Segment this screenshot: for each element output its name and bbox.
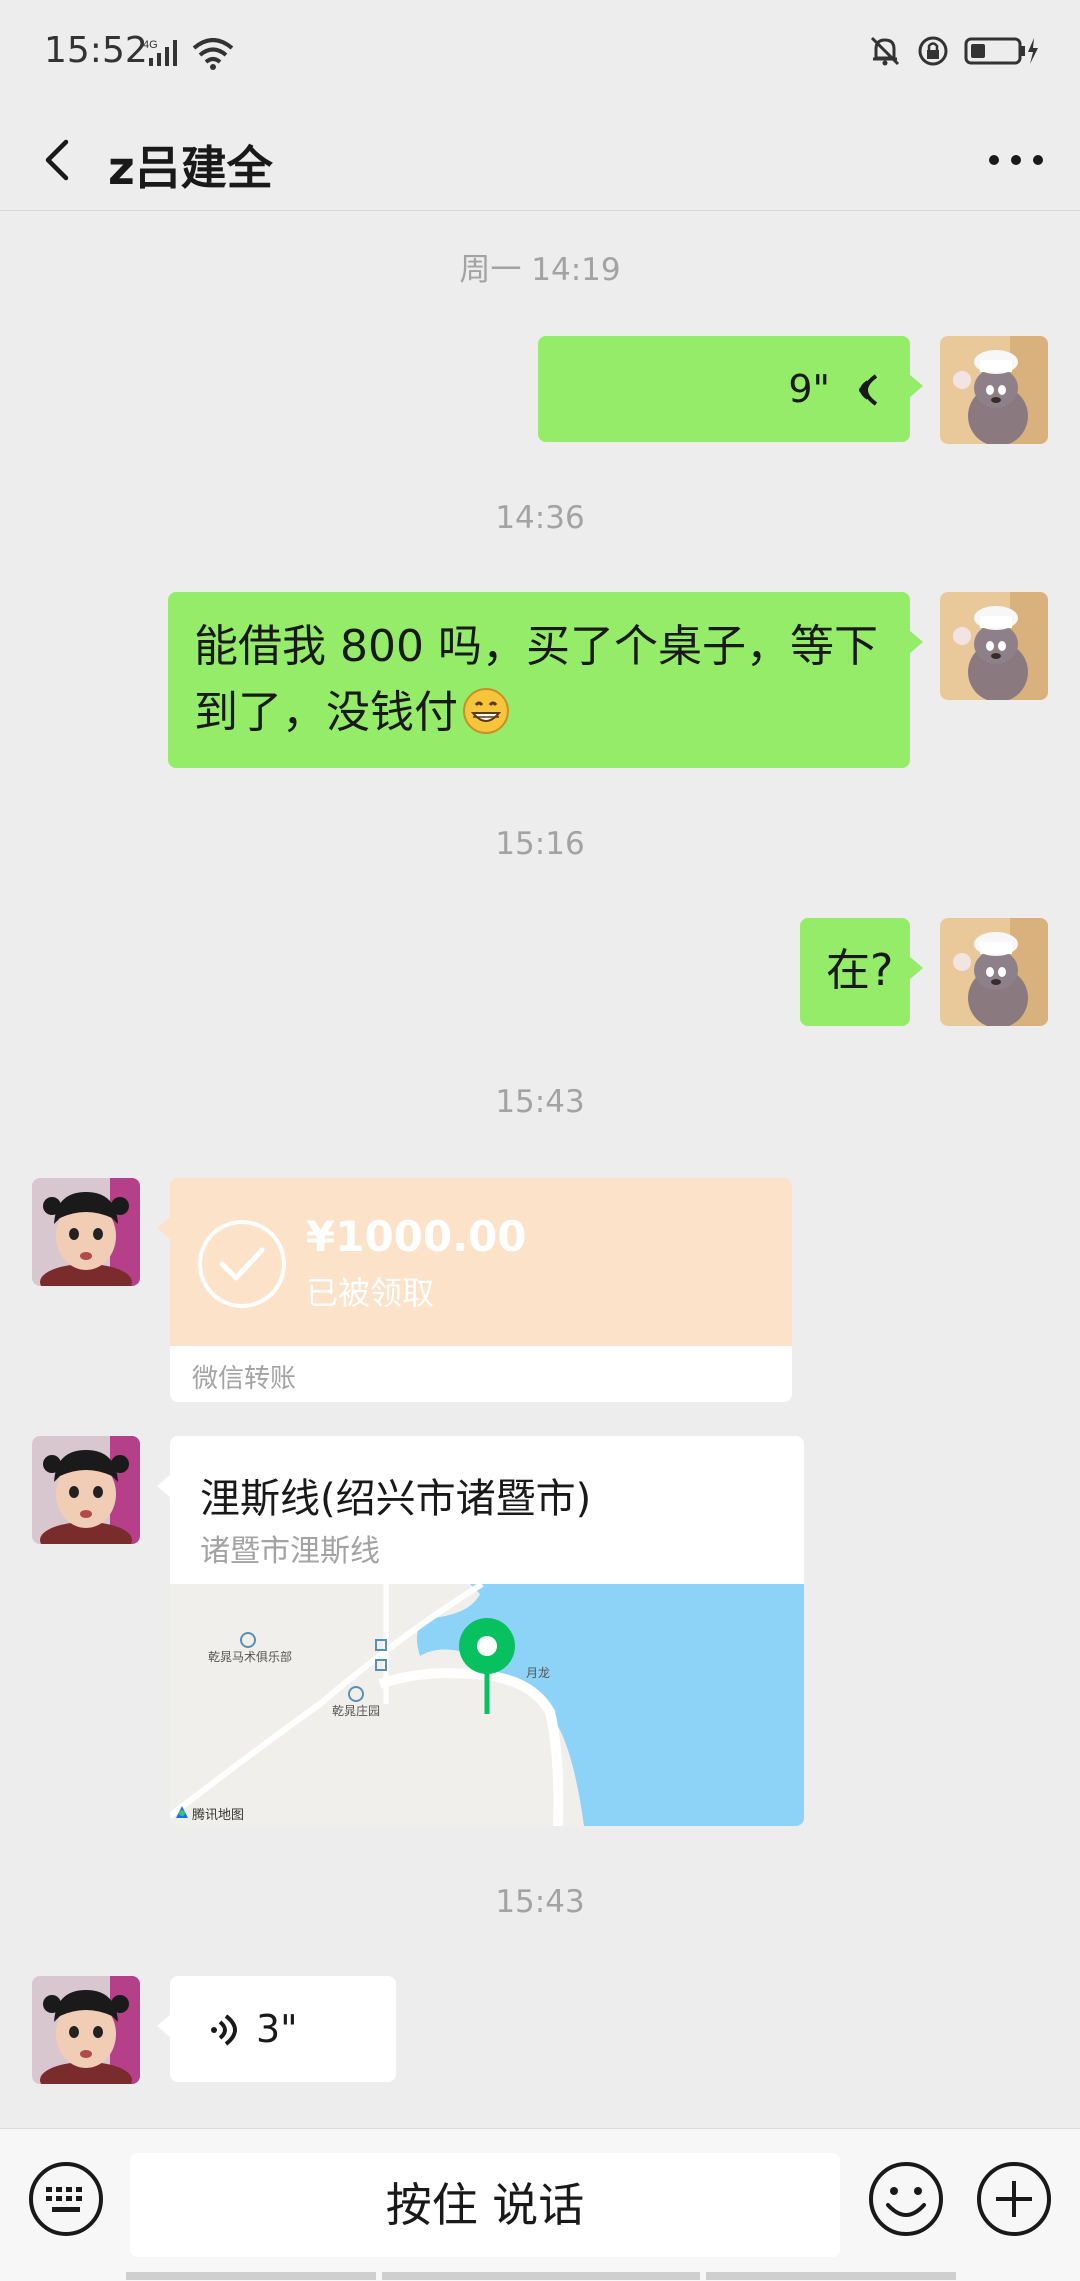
lock-rotation-icon: [916, 34, 950, 72]
timestamp: 周一 14:19: [459, 252, 621, 288]
transfer-card[interactable]: ¥1000.00 已被领取 微信转账: [157, 1178, 792, 1402]
tencent-map-logo-icon: [174, 1804, 190, 1824]
wifi-icon: [192, 38, 234, 74]
nav-indicator: [126, 2272, 376, 2280]
message-text: 在?: [826, 945, 894, 996]
avatar-self[interactable]: [940, 918, 1048, 1026]
checkmark-circle-icon: [196, 1218, 288, 1314]
chat-header: z吕建全: [0, 110, 1080, 211]
timestamp: 15:43: [495, 1884, 585, 1920]
text-message-outgoing[interactable]: 在?: [800, 918, 923, 1026]
map-label: 月龙: [526, 1666, 551, 1680]
mute-bell-icon: [868, 34, 902, 72]
network-type-label: 4G: [143, 39, 158, 51]
location-map[interactable]: 乾晁马术俱乐部 乾晁庄园 月龙 腾讯地图: [170, 1581, 804, 1826]
text-message-outgoing[interactable]: 能借我 800 吗，买了个桌子，等下到了，没钱付: [168, 592, 923, 768]
plus-circle-icon[interactable]: [974, 2159, 1054, 2239]
map-label: 乾晁马术俱乐部: [208, 1650, 293, 1664]
avatar-contact[interactable]: [32, 1436, 140, 1544]
battery-charging-icon: [964, 34, 1040, 72]
transfer-status: 已被领取: [306, 1274, 435, 1312]
keyboard-icon[interactable]: [26, 2159, 106, 2239]
transfer-card-footer: 微信转账: [170, 1346, 792, 1402]
voice-message-incoming[interactable]: 3": [157, 1976, 396, 2082]
voice-wave-icon: [846, 370, 886, 414]
timestamp: 15:43: [495, 1084, 585, 1120]
status-right-icons: [868, 34, 1040, 72]
chevron-left-icon[interactable]: [32, 132, 88, 188]
message-text: 能借我 800 吗，买了个桌子，等下到了，没钱付: [194, 621, 878, 738]
nav-indicator: [706, 2272, 956, 2280]
location-title: 浬斯线(绍兴市诸暨市): [200, 1476, 592, 1522]
status-bar: 15:52 4G: [0, 0, 1080, 110]
map-label: 乾晁庄园: [332, 1704, 381, 1718]
avatar-contact[interactable]: [32, 1178, 140, 1286]
avatar-self[interactable]: [940, 336, 1048, 444]
signal-icon: 4G: [143, 38, 185, 72]
timestamp: 15:16: [495, 826, 585, 862]
timestamp: 14:36: [495, 500, 585, 536]
voice-duration: 3": [256, 2007, 298, 2051]
grinning-face-emoji: [462, 687, 510, 754]
avatar-contact[interactable]: [32, 1976, 140, 2084]
voice-message-outgoing[interactable]: 9": [538, 336, 923, 442]
transfer-amount: ¥1000.00: [306, 1212, 527, 1261]
nav-indicator: [382, 2272, 700, 2280]
input-bar: 按住 说话: [0, 2128, 1080, 2281]
hold-to-talk-button[interactable]: 按住 说话: [130, 2153, 840, 2257]
status-time: 15:52: [44, 30, 148, 71]
voice-duration: 9": [788, 367, 830, 411]
more-dots-icon[interactable]: [980, 132, 1052, 188]
avatar-self[interactable]: [940, 592, 1048, 700]
transfer-source-label: 微信转账: [192, 1364, 297, 1394]
bubble-tail: [157, 1474, 171, 1498]
smiley-icon[interactable]: [866, 2159, 946, 2239]
transfer-card-body: ¥1000.00 已被领取: [157, 1178, 792, 1346]
map-brand: 腾讯地图: [192, 1808, 245, 1823]
voice-wave-icon: [206, 2010, 242, 2054]
chat-title: z吕建全: [108, 141, 273, 195]
location-card[interactable]: 浬斯线(绍兴市诸暨市) 诸暨市浬斯线 乾晁马术俱乐部 乾晁庄园 月龙 腾讯地图: [170, 1436, 804, 1826]
location-subtitle: 诸暨市浬斯线: [200, 1534, 380, 1569]
